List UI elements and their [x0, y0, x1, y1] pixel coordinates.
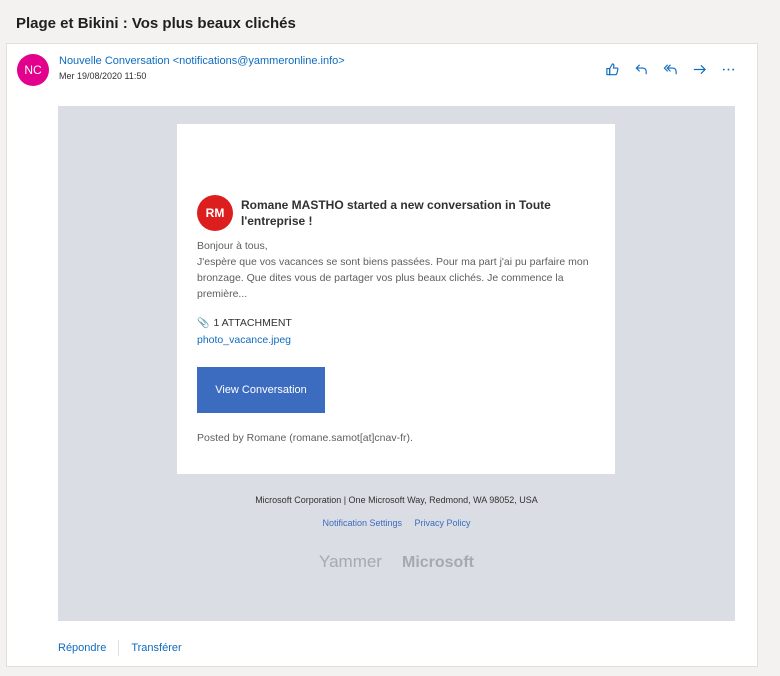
divider — [118, 640, 120, 656]
more-icon — [722, 68, 735, 70]
forward-button[interactable] — [685, 60, 714, 78]
forward-icon — [693, 64, 706, 74]
notification-headline: Romane MASTHO started a new conversation… — [241, 198, 551, 228]
footer-address: Microsoft Corporation | One Microsoft Wa… — [255, 495, 538, 505]
attachment-link[interactable]: photo_vacance.jpeg — [197, 334, 291, 346]
email-actions — [598, 60, 743, 78]
brand-logos: Yammer Microsoft — [58, 552, 735, 572]
sender-avatar[interactable]: NC — [17, 54, 49, 86]
reply-icon — [635, 63, 647, 74]
reply-all-button[interactable] — [656, 60, 685, 78]
message-text: Bonjour à tous, J'espère que vos vacance… — [197, 238, 607, 302]
microsoft-logo: Microsoft — [401, 554, 474, 571]
message-content: J'espère que vos vacances se sont biens … — [197, 256, 589, 300]
sender-name[interactable]: Nouvelle Conversation <notifications@yam… — [59, 55, 345, 67]
email-date: Mer 19/08/2020 11:50 — [59, 71, 147, 81]
attachment-label: 1 ATTACHMENT — [213, 317, 292, 329]
email-body: RM Romane MASTHO started a new conversat… — [58, 106, 735, 621]
reply-button[interactable] — [627, 60, 656, 78]
more-button[interactable] — [714, 60, 743, 78]
message-greeting: Bonjour à tous, — [197, 240, 268, 252]
bottom-actions: Répondre Transférer — [58, 640, 182, 656]
forward-link[interactable]: Transférer — [131, 642, 181, 654]
thumbs-up-icon — [606, 62, 619, 75]
attachment-header: 📎 1 ATTACHMENT — [197, 317, 292, 329]
email-card: NC Nouvelle Conversation <notifications@… — [6, 43, 758, 667]
notification-settings-link[interactable]: Notification Settings — [322, 518, 402, 528]
reply-all-icon — [663, 63, 677, 74]
reply-link[interactable]: Répondre — [58, 642, 106, 654]
like-button[interactable] — [598, 60, 627, 78]
posted-by: Posted by Romane (romane.samot[at]cnav-f… — [197, 432, 413, 444]
privacy-policy-link[interactable]: Privacy Policy — [415, 518, 471, 528]
paperclip-icon: 📎 — [197, 317, 210, 329]
poster-avatar: RM — [197, 195, 233, 231]
email-subject: Plage et Bikini : Vos plus beaux clichés — [16, 15, 296, 32]
yammer-logo: Yammer — [319, 552, 382, 571]
notification-card: RM Romane MASTHO started a new conversat… — [177, 124, 615, 474]
footer-links: Notification Settings Privacy Policy — [58, 518, 735, 528]
view-conversation-button[interactable]: View Conversation — [197, 367, 325, 413]
